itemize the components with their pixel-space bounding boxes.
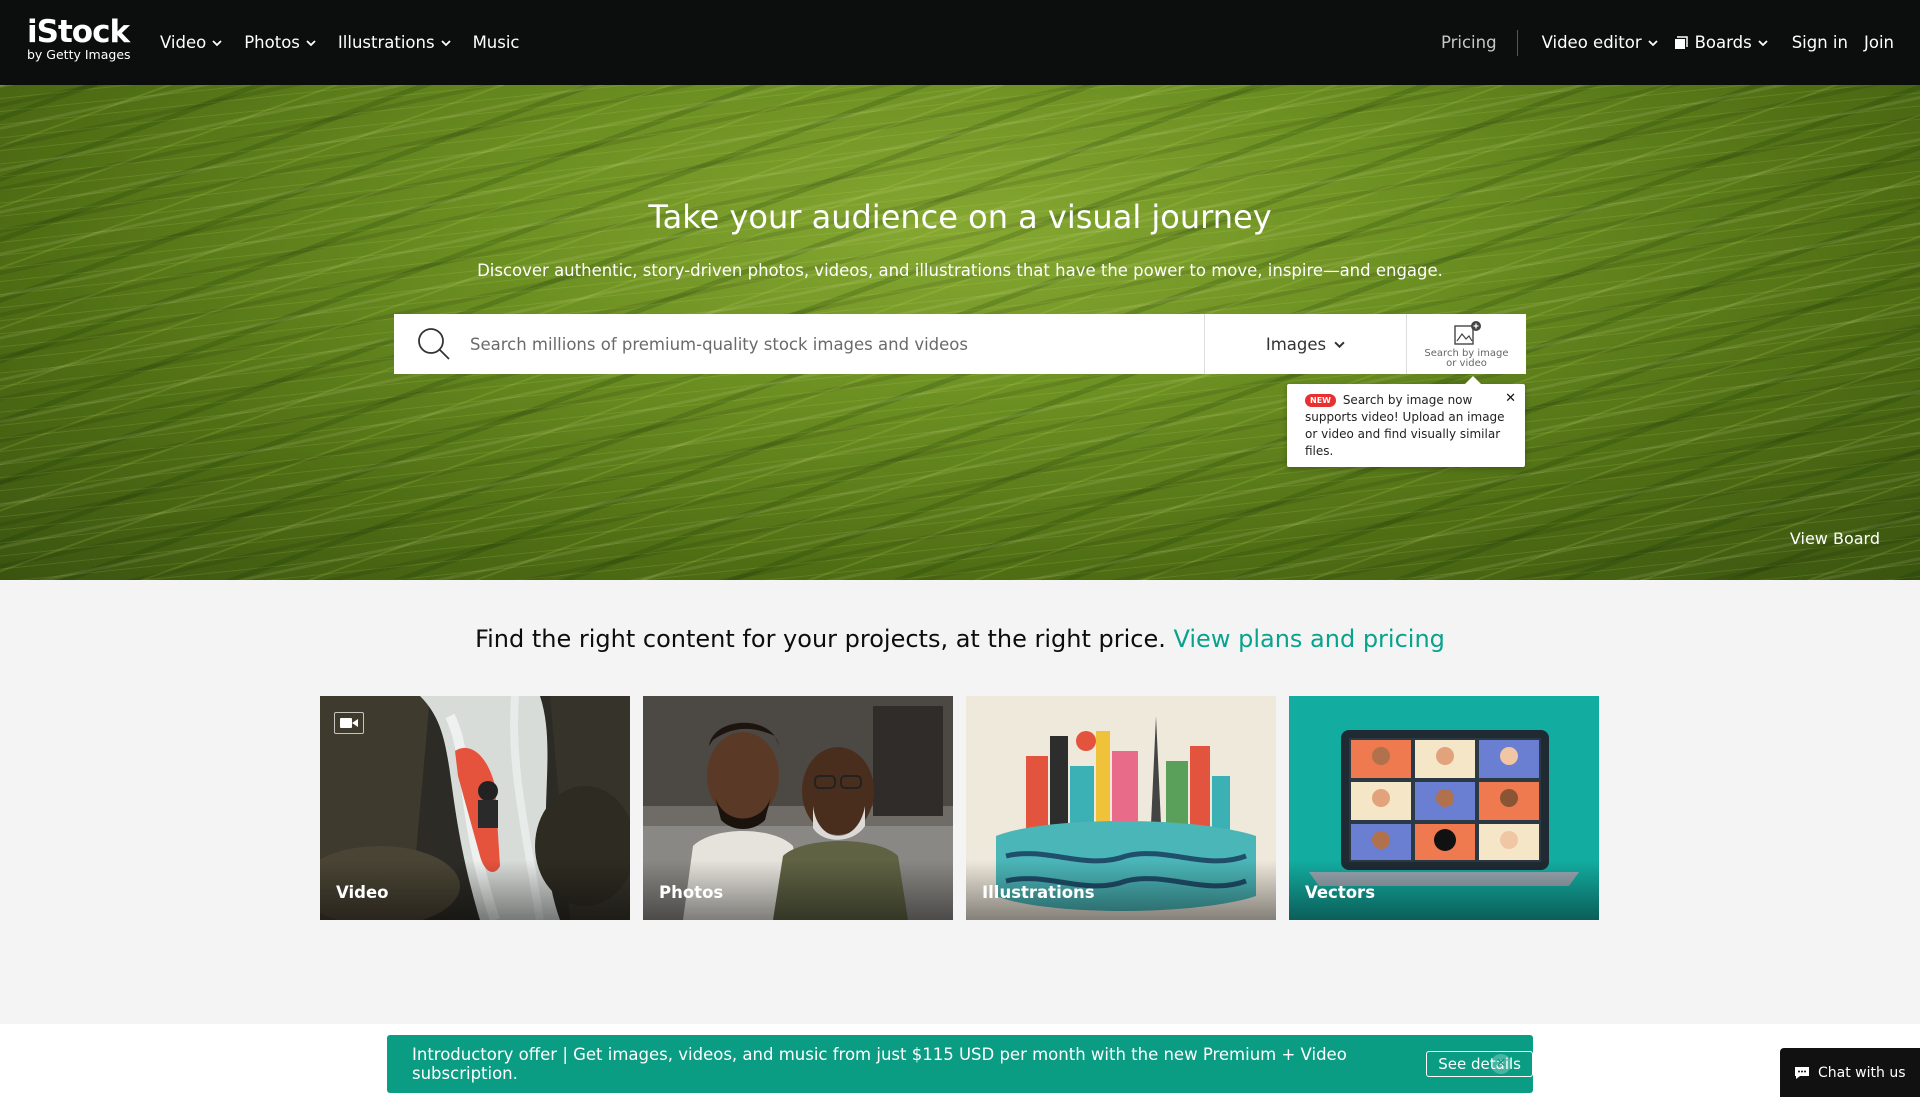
chevron-down-icon — [306, 39, 316, 46]
logo-sub: by Getty Images — [27, 47, 131, 62]
search-type-label: Images — [1265, 334, 1327, 354]
intro-offer-banner: Introductory offer | Get images, videos,… — [387, 1035, 1533, 1093]
chat-label: Chat with us — [1818, 1064, 1906, 1081]
card-vectors-label: Vectors — [1305, 883, 1376, 902]
card-illustrations[interactable]: Illustrations — [966, 696, 1276, 920]
nav-video-editor[interactable]: Video editor — [1542, 33, 1658, 52]
chevron-down-icon — [212, 39, 222, 46]
banner-close-icon[interactable]: ✕ — [1491, 1054, 1511, 1074]
find-content-heading: Find the right content for your projects… — [0, 625, 1920, 653]
istock-logo[interactable]: iStock by Getty Images — [27, 16, 139, 68]
card-video[interactable]: Video — [320, 696, 630, 920]
card-photos[interactable]: Photos — [643, 696, 953, 920]
chat-icon — [1795, 1066, 1809, 1079]
chevron-down-icon — [440, 39, 451, 46]
top-nav: iStock by Getty Images Video Photos Illu… — [0, 0, 1920, 85]
search-bar: Images Search by image or video — [394, 314, 1526, 374]
nav-boards-label: Boards — [1694, 33, 1752, 52]
hero-banner: Take your audience on a visual journey D… — [0, 85, 1920, 580]
card-illustrations-label: Illustrations — [982, 883, 1095, 902]
nav-join-label: Join — [1863, 33, 1894, 52]
hero-subtitle: Discover authentic, story-driven photos,… — [477, 261, 1443, 280]
banner-text: Introductory offer | Get images, videos,… — [412, 1045, 1347, 1083]
primary-nav: Video Photos Illustrations Music — [160, 0, 542, 85]
nav-sign-in-label: Sign in — [1791, 33, 1848, 52]
search-icon[interactable] — [416, 326, 452, 362]
secondary-nav: Pricing Video editor Boards Sign in Join — [1441, 0, 1894, 85]
nav-video-label: Video — [160, 33, 207, 52]
chevron-down-icon — [1758, 39, 1768, 46]
see-details-button[interactable]: See details — [1426, 1051, 1533, 1077]
card-vectors[interactable]: Vectors — [1289, 696, 1599, 920]
image-search-icon — [1453, 321, 1481, 345]
nav-sign-in[interactable]: Sign in — [1792, 33, 1848, 52]
chevron-down-icon — [1334, 341, 1345, 348]
board-icon — [1674, 35, 1688, 49]
nav-video[interactable]: Video — [160, 33, 222, 52]
new-badge: NEW — [1305, 394, 1336, 407]
nav-photos[interactable]: Photos — [244, 33, 316, 52]
hero-title: Take your audience on a visual journey — [648, 198, 1272, 236]
find-text: Find the right content for your projects… — [475, 625, 1166, 653]
search-type-dropdown[interactable]: Images — [1204, 314, 1406, 374]
video-camera-icon — [334, 712, 364, 734]
search-by-image-tooltip: NEW Search by image now supports video! … — [1287, 376, 1525, 467]
chevron-down-icon — [1647, 39, 1658, 46]
tooltip-close-icon[interactable]: ✕ — [1505, 390, 1516, 407]
nav-music-label: Music — [472, 33, 520, 52]
chat-with-us-button[interactable]: Chat with us — [1780, 1048, 1920, 1097]
nav-video-editor-label: Video editor — [1541, 33, 1642, 52]
view-plans-link[interactable]: View plans and pricing — [1174, 625, 1445, 653]
nav-illustrations-label: Illustrations — [337, 33, 435, 52]
nav-join[interactable]: Join — [1864, 33, 1894, 52]
nav-illustrations[interactable]: Illustrations — [338, 33, 451, 52]
nav-music[interactable]: Music — [473, 33, 520, 52]
search-by-image-line2: or video — [1446, 358, 1487, 369]
search-input[interactable] — [470, 314, 1170, 374]
card-photos-label: Photos — [659, 883, 724, 902]
content-type-cards: Video Photos Illustrations Vectors — [320, 696, 1599, 920]
card-video-label: Video — [336, 883, 389, 902]
nav-photos-label: Photos — [244, 33, 300, 52]
nav-pricing[interactable]: Pricing — [1441, 29, 1518, 56]
logo-brand: iStock — [27, 14, 130, 50]
view-board-link[interactable]: View Board — [1790, 529, 1880, 548]
search-by-image-button[interactable]: Search by image or video — [1406, 314, 1526, 374]
nav-boards[interactable]: Boards — [1674, 33, 1768, 52]
